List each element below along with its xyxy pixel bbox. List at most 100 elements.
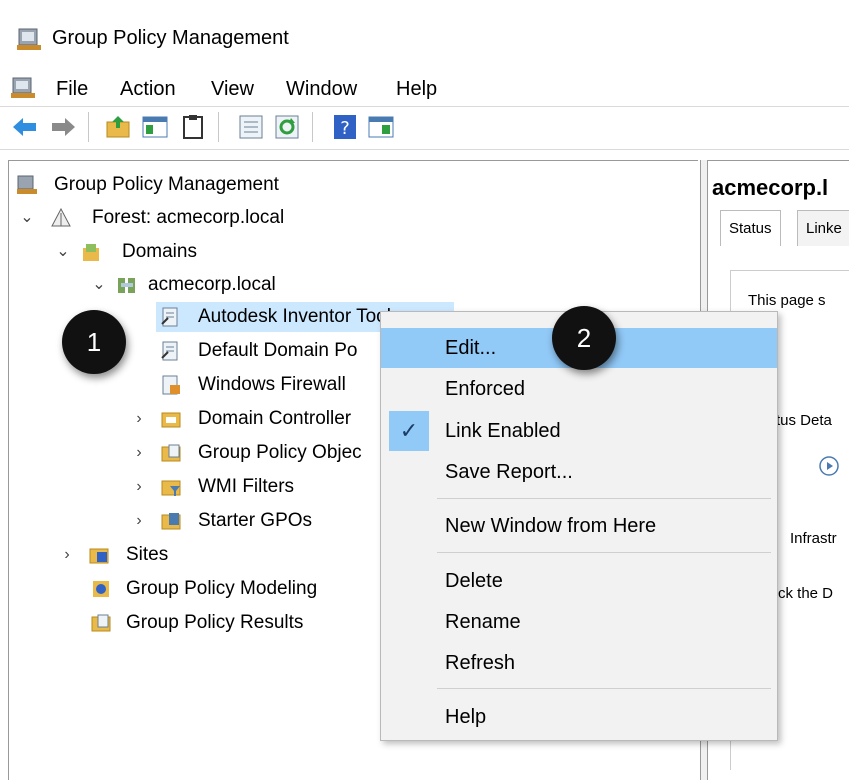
chevron-right-icon[interactable]: › xyxy=(60,540,74,570)
export-list-icon[interactable] xyxy=(236,112,266,142)
tree-label: Group Policy Objec xyxy=(198,442,362,463)
chevron-right-icon[interactable]: › xyxy=(132,438,146,468)
menu-item-save-report[interactable]: Save Report... xyxy=(381,452,777,492)
tree-item-group-policy-objects[interactable]: › Group Policy Objec xyxy=(132,438,361,468)
svg-text:?: ? xyxy=(340,118,350,139)
tree-item-default-domain-policy[interactable]: Default Domain Po xyxy=(156,336,357,366)
tree-label: Windows Firewall xyxy=(198,374,346,395)
clipboard-icon[interactable] xyxy=(178,112,208,142)
tree-item-wmi-filters[interactable]: › WMI Filters xyxy=(132,472,294,502)
status-description: This page s xyxy=(748,292,826,309)
domains-icon xyxy=(83,244,99,261)
tree-label: Sites xyxy=(126,544,169,565)
toolbar-separator xyxy=(88,112,89,142)
chevron-right-icon[interactable]: › xyxy=(132,506,146,536)
menu-separator xyxy=(437,498,771,499)
refresh-icon[interactable] xyxy=(272,112,302,142)
help-icon[interactable]: ? xyxy=(330,112,360,142)
starter-gpo-icon xyxy=(161,513,181,530)
menu-item-label: Delete xyxy=(445,570,503,592)
chevron-right-icon[interactable]: › xyxy=(132,472,146,502)
tree-label: Domain Controller xyxy=(198,408,352,429)
tree-item-forest[interactable]: ⌄ Forest: acmecorp.local xyxy=(20,203,284,233)
ou-folder-icon xyxy=(161,412,181,428)
menu-item-label: Rename xyxy=(445,611,521,633)
menu-action[interactable]: Action xyxy=(120,78,176,101)
chevron-down-icon[interactable]: ⌄ xyxy=(56,237,70,267)
gpmc-app-icon xyxy=(17,28,41,50)
tree-item-sites[interactable]: › Sites xyxy=(60,540,168,570)
status-details-label: tus Deta xyxy=(776,412,832,429)
tab-status[interactable]: Status xyxy=(720,210,781,246)
system-menu-icon[interactable] xyxy=(10,76,36,100)
menu-item-label: Help xyxy=(445,706,487,728)
tree-label: acmecorp.local xyxy=(148,274,276,295)
tab-linked[interactable]: Linke xyxy=(797,210,849,246)
menu-view[interactable]: View xyxy=(211,78,254,101)
gpmc-icon xyxy=(17,175,37,194)
back-arrow-icon[interactable] xyxy=(10,112,40,142)
menu-item-label: Refresh xyxy=(445,652,516,674)
tree-label: Group Policy Management xyxy=(54,174,279,195)
tree-label: Starter GPOs xyxy=(198,510,313,531)
chevron-right-icon[interactable]: › xyxy=(132,404,146,434)
up-folder-icon[interactable] xyxy=(104,112,134,142)
menu-item-label: Save Report... xyxy=(445,461,573,483)
properties-icon[interactable] xyxy=(366,112,396,142)
domain-icon xyxy=(118,278,135,293)
gpo-link-icon xyxy=(161,307,178,327)
menu-item-refresh[interactable]: Refresh xyxy=(381,643,777,683)
expand-circle-icon[interactable] xyxy=(818,455,840,477)
sites-icon xyxy=(89,548,109,564)
callout-badge-2: 2 xyxy=(552,306,616,370)
gpo-firewall-icon xyxy=(162,375,180,395)
tree-label: Default Domain Po xyxy=(198,340,358,361)
tree-item-windows-firewall[interactable]: Windows Firewall xyxy=(156,370,346,400)
context-menu: Edit... Enforced ✓ Link Enabled Save Rep… xyxy=(380,311,778,741)
results-icon xyxy=(91,614,111,632)
show-hide-tree-icon[interactable] xyxy=(140,112,170,142)
modeling-icon xyxy=(93,581,109,597)
tree-item-domain-controllers[interactable]: › Domain Controller xyxy=(132,404,351,434)
tree-item-results[interactable]: Group Policy Results xyxy=(90,608,303,638)
toolbar-separator xyxy=(312,112,313,142)
menu-item-link-enabled[interactable]: ✓ Link Enabled xyxy=(381,411,777,451)
menu-item-label: Enforced xyxy=(445,378,526,400)
menu-separator xyxy=(437,552,771,553)
tree-label: Group Policy Modeling xyxy=(126,578,318,599)
forest-icon xyxy=(51,207,71,227)
menu-item-rename[interactable]: Rename xyxy=(381,602,777,642)
menu-item-label: Edit... xyxy=(445,337,497,359)
toolbar-separator xyxy=(218,112,219,142)
tree-item-domains[interactable]: ⌄ Domains xyxy=(56,237,197,267)
menu-window[interactable]: Window xyxy=(286,78,357,101)
tree-item-starter-gpos[interactable]: › Starter GPOs xyxy=(132,506,312,536)
callout-badge-1: 1 xyxy=(62,310,126,374)
tree-item-domain[interactable]: ⌄ acmecorp.local xyxy=(92,270,275,300)
click-the-label: ck the D xyxy=(778,585,834,602)
chevron-down-icon[interactable]: ⌄ xyxy=(20,203,34,233)
menu-file[interactable]: File xyxy=(56,78,88,101)
menu-help[interactable]: Help xyxy=(396,78,437,101)
infrastructure-label: Infrastr xyxy=(790,530,837,547)
tree-label: Domains xyxy=(122,241,197,262)
menu-separator xyxy=(437,688,771,689)
gpo-link-icon xyxy=(161,341,178,361)
tree-label: WMI Filters xyxy=(198,476,295,497)
tree-label: Forest: acmecorp.local xyxy=(92,207,285,228)
tree-label: Group Policy Results xyxy=(126,612,304,633)
menu-item-help[interactable]: Help xyxy=(381,697,777,737)
menu-item-label: New Window from Here xyxy=(445,515,657,537)
details-title: acmecorp.l xyxy=(712,175,829,200)
wmi-filter-icon xyxy=(161,480,181,496)
menu-item-delete[interactable]: Delete xyxy=(381,561,777,601)
menu-item-new-window[interactable]: New Window from Here xyxy=(381,506,777,546)
tree-item-root[interactable]: Group Policy Management xyxy=(16,170,279,200)
chevron-down-icon[interactable]: ⌄ xyxy=(92,270,106,300)
tree-item-modeling[interactable]: Group Policy Modeling xyxy=(90,574,317,604)
window-title: Group Policy Management xyxy=(52,27,289,49)
forward-arrow-icon[interactable] xyxy=(48,112,78,142)
checkmark-icon: ✓ xyxy=(389,411,429,451)
tree-label: Autodesk Inventor Tool xyxy=(198,306,391,327)
menu-item-enforced[interactable]: Enforced xyxy=(381,369,777,409)
